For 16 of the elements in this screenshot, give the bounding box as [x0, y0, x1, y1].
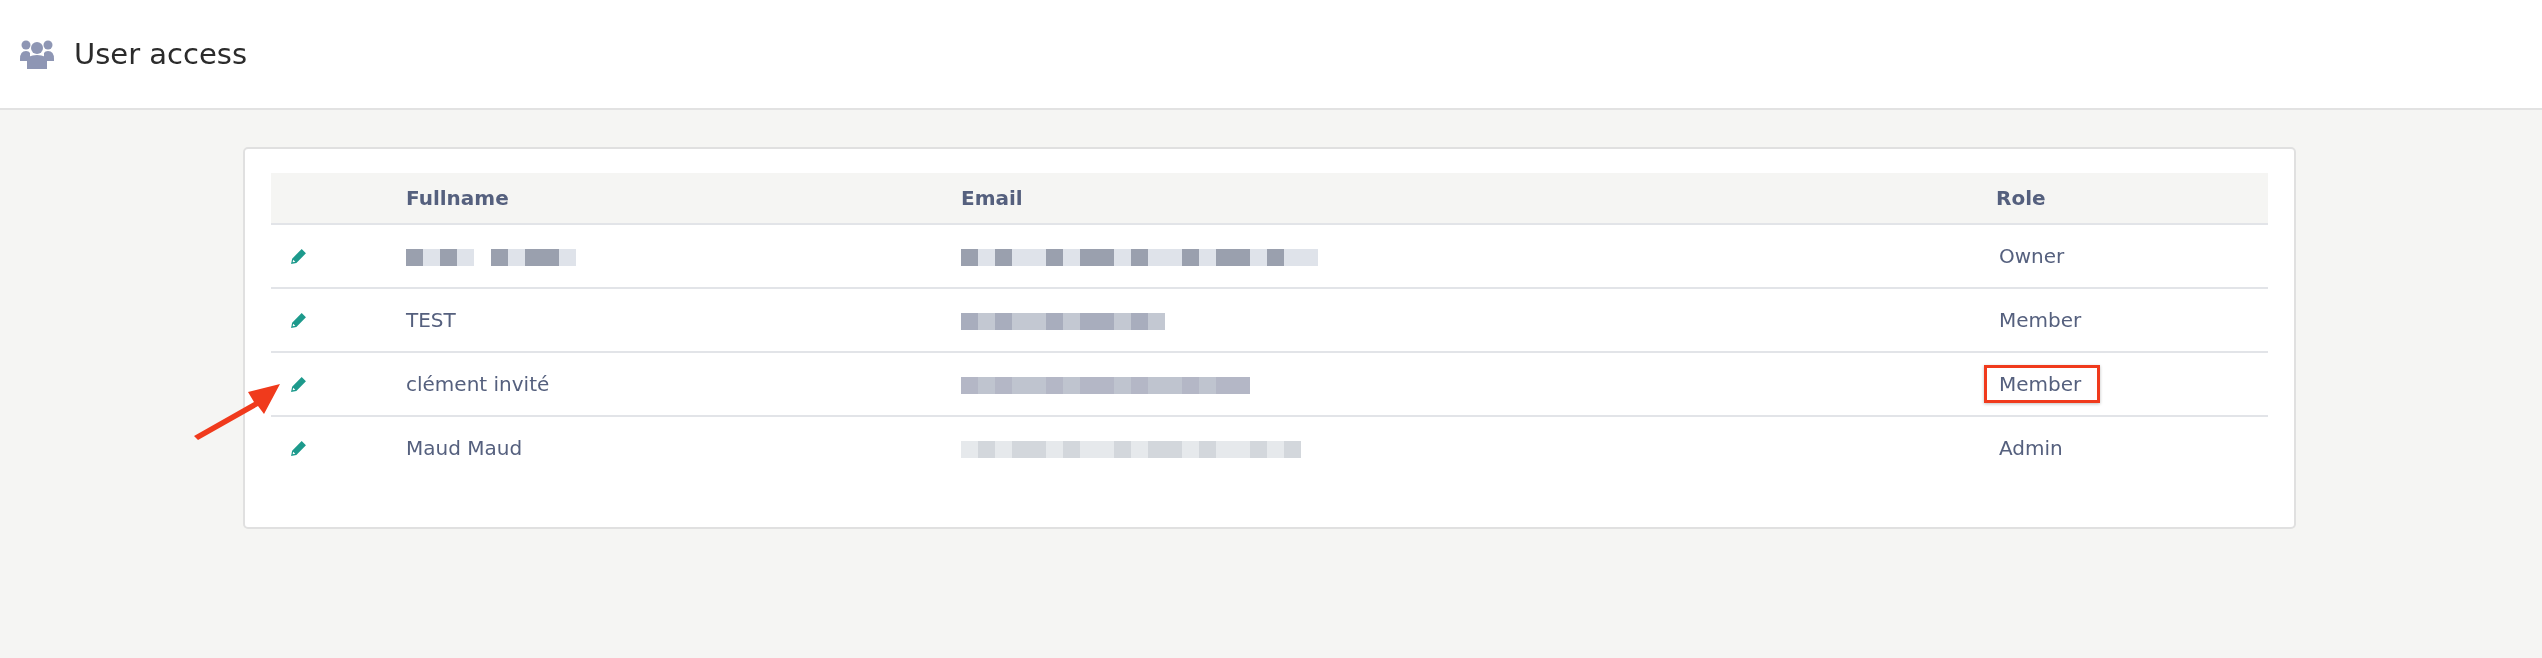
table-cell-text: Owner — [1998, 243, 2066, 270]
table-cell: TEST — [406, 308, 456, 332]
table-cell: Member — [1984, 365, 2101, 403]
page-title: User access — [74, 37, 248, 71]
column-header: Fullname — [406, 186, 509, 210]
pencil-icon[interactable] — [290, 311, 307, 329]
table-cell: Maud Maud — [406, 436, 523, 460]
pencil-icon[interactable] — [290, 375, 307, 393]
users-icon — [20, 39, 54, 69]
column-header: Email — [961, 186, 1023, 210]
table-cell-text: Member — [1998, 307, 2083, 334]
column-header: Role — [1996, 186, 2046, 210]
pencil-icon[interactable] — [290, 439, 307, 457]
table-cell-text: Admin — [1998, 435, 2064, 462]
pencil-icon[interactable] — [290, 247, 307, 265]
table-cell: clément invité — [406, 372, 550, 396]
